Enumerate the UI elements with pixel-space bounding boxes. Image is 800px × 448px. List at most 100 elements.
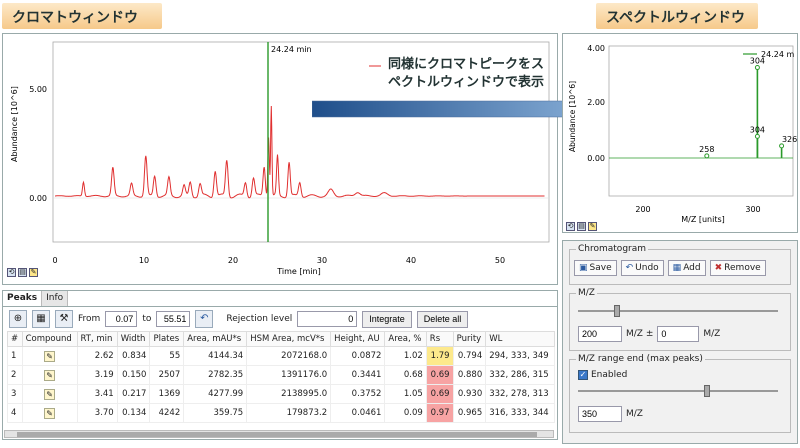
xtick-10: 10	[139, 256, 149, 265]
rejection-input[interactable]	[297, 311, 358, 327]
column-header[interactable]: Height, AU	[330, 331, 386, 347]
save-button[interactable]: ▣ Save	[574, 260, 617, 276]
column-header[interactable]: Width	[116, 331, 151, 347]
peaks-panel: Peaks Info ⊕ ▦ ⚒ From to ↶ Rejection lev…	[2, 290, 558, 440]
range-value-input[interactable]	[578, 406, 622, 422]
table-cell: 0.68	[384, 365, 427, 385]
table-cell: 2	[7, 365, 23, 385]
mz-group: M/Z M/Z ± M/Z	[569, 288, 791, 351]
remove-button[interactable]: ✖ Remove	[709, 260, 766, 276]
table-cell: 0.834	[116, 346, 151, 366]
spectrum-peak-point	[754, 65, 760, 71]
spectrum-plot[interactable]: Abundance [10^6] 4.00 2.00 0.00 200 300 …	[563, 34, 797, 232]
column-header[interactable]: #	[7, 331, 23, 347]
to-label: to	[142, 314, 152, 324]
to-input[interactable]	[156, 311, 191, 327]
table-cell: 332, 286, 315	[485, 365, 555, 385]
table-row[interactable]: 1 ✎ 2.62 0.834 55 4144.34 2072168.0 0.0872 1.02 1…	[7, 346, 555, 366]
zoom-icon[interactable]: ⟲	[7, 268, 16, 277]
table-cell: 2072168.0	[246, 346, 332, 366]
chromatogram-ylabel: Abundance [10^6]	[10, 86, 19, 162]
spec-ytick-2: 2.00	[587, 98, 605, 107]
peaks-horizontal-scrollbar[interactable]	[4, 430, 554, 438]
mz-value-input[interactable]	[578, 326, 622, 342]
enabled-label: Enabled	[591, 370, 628, 380]
settings-wrench-icon[interactable]: ⚒	[55, 310, 73, 328]
range-slider-thumb[interactable]	[704, 385, 710, 397]
add-button[interactable]: ▦ Add	[667, 260, 706, 276]
delete-all-button[interactable]: Delete all	[416, 310, 469, 328]
annotation-text: 同様にクロマトピークをス ペクトルウィンドウで表示	[388, 56, 544, 92]
table-cell: 2507	[149, 365, 185, 385]
mz-tolerance-input[interactable]	[657, 326, 700, 342]
table-cell: 0.3441	[330, 365, 386, 385]
table-cell: 3.41	[76, 384, 118, 404]
edit-pencil-icon[interactable]: ✎	[44, 407, 56, 419]
table-cell: 0.69	[425, 384, 454, 404]
enabled-checkbox[interactable]: ✓	[578, 370, 588, 380]
undo-button[interactable]: ↶ Undo	[620, 260, 664, 276]
table-cell: 316, 333, 344	[485, 403, 555, 423]
chromatogram-group-title: Chromatogram	[576, 244, 649, 254]
tab-info[interactable]: Info	[42, 291, 69, 306]
report-icon[interactable]: ▦	[32, 310, 50, 328]
table-cell: 1.05	[384, 384, 427, 404]
xtick-40: 40	[406, 256, 416, 265]
spec-pen-icon[interactable]: ✎	[588, 222, 597, 231]
range-slider-track[interactable]	[578, 390, 778, 392]
table-cell: 4144.34	[183, 346, 248, 366]
mz-slider-track[interactable]	[578, 310, 778, 312]
spec-zoom-icon[interactable]: ⟲	[566, 222, 575, 231]
chromatogram-group: Chromatogram ▣ Save ↶ Undo ▦ Add ✖ Remove	[569, 244, 791, 285]
table-cell: 0.217	[116, 384, 151, 404]
table-row[interactable]: 3 ✎ 3.41 0.217 1369 4277.99 2138995.0 0.3752 1.0…	[7, 384, 555, 404]
range-group-title: M/Z range end (max peaks)	[576, 354, 705, 364]
column-header[interactable]: WL	[485, 331, 555, 347]
annotation-line1: 同様にクロマトピークをス	[388, 57, 545, 72]
xtick-30: 30	[317, 256, 327, 265]
undo-icon: ↶	[625, 263, 634, 273]
from-input[interactable]	[105, 311, 138, 327]
table-cell: 1.79	[425, 346, 454, 366]
edit-pencil-icon[interactable]: ✎	[44, 369, 56, 381]
column-header[interactable]: Plates	[149, 331, 185, 347]
compound-edit-cell: ✎	[21, 365, 78, 385]
spectrum-icon-bar: ⟲ ▤ ✎	[566, 222, 597, 231]
chromatogram-settings-panel: Chromatogram ▣ Save ↶ Undo ▦ Add ✖ Remove M/…	[562, 240, 798, 444]
compound-edit-cell: ✎	[21, 403, 78, 423]
auto-detect-icon[interactable]: ⊕	[9, 310, 27, 328]
copy-icon[interactable]: ▤	[18, 268, 27, 277]
table-row[interactable]: 2 ✎ 3.19 0.150 2507 2782.35 1391176.0 0.3441 0.6…	[7, 365, 555, 385]
table-cell: 0.09	[384, 403, 427, 423]
table-row[interactable]: 4 ✎ 3.70 0.134 4242 359.75 179873.2 0.0461 0.09 0…	[7, 403, 555, 423]
spectrum-peak-point	[754, 133, 760, 139]
pen-icon[interactable]: ✎	[29, 268, 38, 277]
column-header[interactable]: Purity	[452, 331, 487, 347]
column-header[interactable]: RT, min	[76, 331, 118, 347]
from-label: From	[78, 314, 101, 324]
column-header[interactable]: Rs	[425, 331, 454, 347]
save-icon: ▣	[579, 263, 588, 273]
tab-peaks[interactable]: Peaks	[3, 291, 43, 306]
spectrum-peak-label: 326	[782, 135, 797, 144]
ytick-5: 5.00	[29, 85, 47, 94]
mz-slider-thumb[interactable]	[614, 305, 620, 317]
column-header[interactable]: Area, %	[384, 331, 427, 347]
save-label: Save	[589, 263, 612, 273]
reset-range-icon[interactable]: ↶	[195, 310, 214, 328]
table-cell: 55	[149, 346, 185, 366]
column-header[interactable]: Compound	[21, 331, 78, 347]
table-cell: 0.0461	[330, 403, 386, 423]
chromatogram-window-title: クロマトウィンドウ	[2, 3, 162, 29]
column-header[interactable]: Area, mAU*s	[183, 331, 248, 347]
column-header[interactable]: HSM Area, mcV*s	[246, 331, 332, 347]
table-cell: 1	[7, 346, 23, 366]
mz-unit-label: M/Z	[703, 329, 721, 339]
table-cell: 0.134	[116, 403, 151, 423]
spec-copy-icon[interactable]: ▤	[577, 222, 586, 231]
edit-pencil-icon[interactable]: ✎	[44, 388, 56, 400]
integrate-button[interactable]: Integrate	[362, 310, 412, 328]
spec-xtick-200: 200	[635, 205, 650, 214]
spectrum-peak-label: 304	[750, 57, 765, 66]
edit-pencil-icon[interactable]: ✎	[44, 350, 56, 362]
